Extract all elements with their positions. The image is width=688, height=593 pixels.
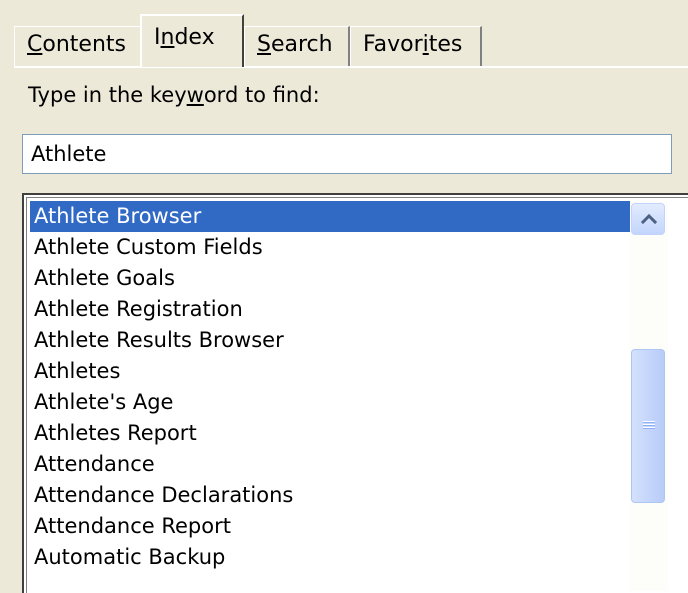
tab-contents[interactable]: Contents bbox=[14, 26, 142, 66]
index-results-listbox[interactable]: Athlete Browser Athlete Custom Fields At… bbox=[22, 193, 688, 593]
list-item[interactable]: Athlete Custom Fields bbox=[30, 232, 630, 263]
scroll-up-button[interactable] bbox=[631, 203, 665, 235]
tab-search[interactable]: Search bbox=[244, 26, 350, 66]
list-item[interactable]: Athlete Browser bbox=[30, 201, 630, 232]
vertical-scrollbar[interactable] bbox=[630, 201, 668, 591]
chevron-up-icon bbox=[641, 213, 657, 225]
tab-favorites-label: Favorites bbox=[363, 32, 463, 57]
help-index-panel: Contents Index Search Favorites Type in … bbox=[0, 0, 688, 593]
index-results-list: Athlete Browser Athlete Custom Fields At… bbox=[30, 201, 630, 573]
tab-contents-label: Contents bbox=[27, 32, 126, 57]
keyword-input[interactable] bbox=[22, 134, 672, 174]
tab-index[interactable]: Index bbox=[140, 14, 244, 67]
list-item[interactable]: Athlete Results Browser bbox=[30, 325, 630, 356]
tab-index-label: Index bbox=[154, 25, 215, 50]
list-item[interactable]: Attendance bbox=[30, 449, 630, 480]
tab-strip: Contents Index Search Favorites bbox=[14, 14, 674, 67]
list-item[interactable]: Athlete Goals bbox=[30, 263, 630, 294]
grip-icon bbox=[643, 421, 655, 431]
keyword-prompt-label: Type in the keyword to find: bbox=[28, 83, 320, 107]
list-item[interactable]: Athlete's Age bbox=[30, 387, 630, 418]
tab-search-label: Search bbox=[257, 32, 333, 57]
tab-strip-divider bbox=[14, 66, 688, 68]
list-item[interactable]: Attendance Report bbox=[30, 511, 630, 542]
list-item[interactable]: Automatic Backup bbox=[30, 542, 630, 573]
scroll-thumb[interactable] bbox=[631, 349, 665, 503]
list-item[interactable]: Athletes Report bbox=[30, 418, 630, 449]
list-item[interactable]: Athlete Registration bbox=[30, 294, 630, 325]
list-item[interactable]: Attendance Declarations bbox=[30, 480, 630, 511]
list-item[interactable]: Athletes bbox=[30, 356, 630, 387]
tab-favorites[interactable]: Favorites bbox=[350, 26, 482, 66]
